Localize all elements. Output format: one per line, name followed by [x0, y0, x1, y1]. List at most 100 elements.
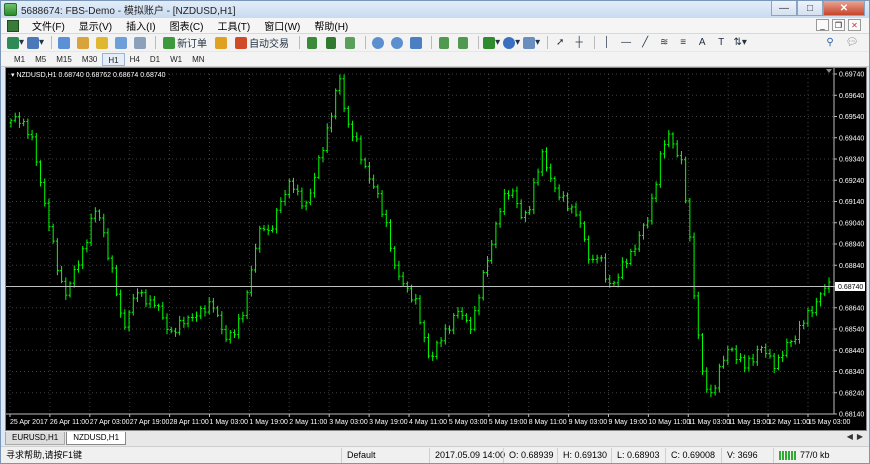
price-bar [823, 284, 827, 297]
menu-window[interactable]: 窗口(W) [257, 18, 307, 33]
price-bar [169, 326, 173, 334]
metaeditor-button[interactable] [213, 35, 229, 50]
trendline-button[interactable]: ╱ [637, 35, 653, 50]
tab-nzdusd[interactable]: NZDUSD,H1 [66, 432, 127, 445]
tf-mn[interactable]: MN [187, 53, 209, 66]
tf-h4[interactable]: H4 [125, 53, 145, 66]
tf-h1[interactable]: H1 [102, 52, 125, 66]
chart-minimize-button[interactable]: _ [816, 19, 829, 31]
price-bar [806, 307, 810, 327]
line-chart-button[interactable] [342, 35, 358, 50]
chart-tabs: EURUSD,H1 NZDUSD,H1 ◀ ▶ [5, 431, 867, 445]
text-label-button[interactable]: T [713, 35, 729, 50]
fibonacci-button[interactable]: ≡ [675, 35, 691, 50]
vertical-line-button[interactable]: │ [599, 35, 615, 50]
strategy-tester-button[interactable] [132, 35, 148, 50]
menu-tools[interactable]: 工具(T) [210, 18, 257, 33]
zoom-in-button[interactable] [370, 35, 386, 50]
price-bar [456, 307, 460, 319]
crosshair-button[interactable]: ┼ [571, 35, 587, 50]
text-button[interactable]: A [694, 35, 710, 50]
status-profile: Default [341, 447, 429, 463]
plus-chart-icon [7, 36, 19, 49]
price-bar [797, 320, 801, 344]
profiles-button[interactable]: ▾ [27, 35, 44, 50]
maximize-button[interactable]: □ [797, 1, 823, 16]
menu-help[interactable]: 帮助(H) [307, 18, 355, 33]
price-axis-label: 0.69040 [839, 220, 864, 227]
price-bar [393, 245, 397, 270]
current-price-label: 0.68740 [838, 284, 863, 291]
price-bar [620, 257, 624, 280]
minimize-button[interactable]: — [771, 1, 797, 16]
menu-file[interactable]: 文件(F) [25, 18, 72, 33]
equidistant-channel-button[interactable]: ≋ [656, 35, 672, 50]
auto-scroll-icon [458, 36, 469, 49]
chart-close-button[interactable]: ✕ [848, 19, 861, 31]
time-axis-label: 1 May 19:00 [249, 419, 288, 426]
scroll-right-icon[interactable]: ▶ [857, 432, 863, 441]
time-axis-label: 1 May 03:00 [210, 419, 249, 426]
search-button[interactable]: ⚲ [822, 35, 838, 50]
window-controls: — □ ✕ [771, 1, 865, 16]
tab-eurusd[interactable]: EURUSD,H1 [5, 432, 66, 445]
new-order-button[interactable]: 新订单 [160, 35, 210, 50]
close-button[interactable]: ✕ [823, 1, 865, 16]
price-chart[interactable]: 0.69740 0.69640 0.69540 0.69440 0.69340 0.692… [5, 67, 867, 431]
price-bar [709, 384, 713, 397]
tf-m15[interactable]: M15 [51, 53, 77, 66]
price-bar [688, 198, 692, 242]
price-bar [131, 293, 135, 316]
navigator-button[interactable] [94, 35, 110, 50]
data-window-button[interactable] [75, 35, 91, 50]
horizontal-line-button[interactable]: — [618, 35, 634, 50]
bar-chart-button[interactable] [304, 35, 320, 50]
indicators-button[interactable]: ▾ [483, 35, 500, 50]
price-bar [85, 239, 89, 253]
price-bar [591, 254, 595, 263]
scroll-left-icon[interactable]: ◀ [847, 432, 853, 441]
chat-button[interactable]: 💬︎ [844, 35, 860, 50]
chart-window-icon[interactable] [7, 19, 19, 32]
price-bar [814, 297, 818, 316]
fibonacci-icon: ≡ [680, 37, 687, 48]
price-bar [658, 151, 662, 188]
tile-windows-button[interactable] [408, 35, 424, 50]
periods-button[interactable]: ▾ [503, 35, 520, 50]
chart-shift-button[interactable] [436, 35, 452, 50]
tf-m30[interactable]: M30 [77, 53, 103, 66]
auto-trading-button[interactable]: 自动交易 [232, 35, 292, 50]
price-axis-label: 0.69240 [839, 178, 864, 185]
tf-w1[interactable]: W1 [165, 53, 187, 66]
time-axis-label: 27 Apr 03:00 [90, 419, 130, 426]
price-bar [629, 248, 633, 266]
price-bar [570, 204, 574, 214]
price-bar [338, 74, 342, 95]
chart-restore-button[interactable]: ❐ [832, 19, 845, 31]
price-bar [334, 88, 338, 120]
tab-scroll-controls: ◀ ▶ [847, 432, 863, 441]
price-axis-label: 0.69140 [839, 199, 864, 206]
tf-d1[interactable]: D1 [145, 53, 165, 66]
zoom-out-button[interactable] [389, 35, 405, 50]
templates-button[interactable]: ▾ [523, 35, 540, 50]
price-bar [165, 313, 169, 335]
tf-m1[interactable]: M1 [9, 53, 30, 66]
tf-m5[interactable]: M5 [30, 53, 51, 66]
menu-charts[interactable]: 图表(C) [163, 18, 211, 33]
auto-scroll-button[interactable] [455, 35, 471, 50]
price-bar [705, 367, 709, 393]
cursor-button[interactable]: ➚ [552, 35, 568, 50]
new-chart-button[interactable]: ▾ [7, 35, 24, 50]
profiles-icon [27, 36, 40, 49]
market-watch-button[interactable] [56, 35, 72, 50]
candlestick-button[interactable] [323, 35, 339, 50]
chart-canvas[interactable]: 0.69740 0.69640 0.69540 0.69440 0.69340 0.692… [6, 68, 866, 430]
title-bar[interactable]: 5688674: FBS-Demo - 模拟账户 - [NZDUSD,H1] —… [1, 1, 869, 18]
menu-view[interactable]: 显示(V) [72, 18, 119, 33]
menu-insert[interactable]: 插入(I) [119, 18, 162, 33]
terminal-button[interactable] [113, 35, 129, 50]
arrows-button[interactable]: ⇅ ▾ [732, 35, 748, 50]
price-bar [106, 228, 110, 261]
price-bar [772, 352, 776, 374]
